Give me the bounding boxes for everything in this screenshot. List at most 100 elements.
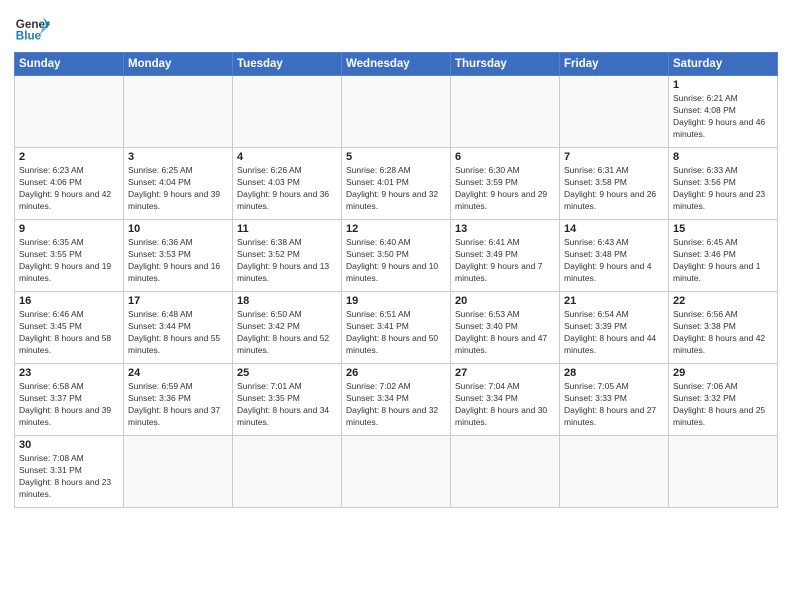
day-info: Sunrise: 7:08 AMSunset: 3:31 PMDaylight:… [19,453,119,501]
day-number: 9 [19,223,119,235]
day-number: 16 [19,295,119,307]
weekday-header-tuesday: Tuesday [233,53,342,76]
day-info: Sunrise: 6:43 AMSunset: 3:48 PMDaylight:… [564,237,664,285]
day-info: Sunrise: 6:35 AMSunset: 3:55 PMDaylight:… [19,237,119,285]
calendar-cell [451,76,560,148]
calendar-week-4: 16 Sunrise: 6:46 AMSunset: 3:45 PMDayligh… [15,292,778,364]
calendar-cell: 30 Sunrise: 7:08 AMSunset: 3:31 PMDayligh… [15,436,124,508]
day-number: 7 [564,151,664,163]
day-info: Sunrise: 6:41 AMSunset: 3:49 PMDaylight:… [455,237,555,285]
logo-icon: General Blue [14,10,50,46]
day-number: 12 [346,223,446,235]
day-number: 14 [564,223,664,235]
day-info: Sunrise: 6:54 AMSunset: 3:39 PMDaylight:… [564,309,664,357]
day-info: Sunrise: 6:56 AMSunset: 3:38 PMDaylight:… [673,309,773,357]
day-info: Sunrise: 6:40 AMSunset: 3:50 PMDaylight:… [346,237,446,285]
calendar-cell [560,76,669,148]
day-number: 10 [128,223,228,235]
day-number: 13 [455,223,555,235]
day-number: 22 [673,295,773,307]
day-number: 17 [128,295,228,307]
calendar-cell [342,436,451,508]
calendar-week-6: 30 Sunrise: 7:08 AMSunset: 3:31 PMDayligh… [15,436,778,508]
day-number: 11 [237,223,337,235]
day-info: Sunrise: 6:33 AMSunset: 3:56 PMDaylight:… [673,165,773,213]
day-info: Sunrise: 6:51 AMSunset: 3:41 PMDaylight:… [346,309,446,357]
calendar-cell: 21 Sunrise: 6:54 AMSunset: 3:39 PMDayligh… [560,292,669,364]
calendar-cell: 4Sunrise: 6:26 AMSunset: 4:03 PMDaylight… [233,148,342,220]
calendar-cell: 28Sunrise: 7:05 AMSunset: 3:33 PMDayligh… [560,364,669,436]
day-info: Sunrise: 6:38 AMSunset: 3:52 PMDaylight:… [237,237,337,285]
day-info: Sunrise: 7:06 AMSunset: 3:32 PMDaylight:… [673,381,773,429]
calendar-cell: 11 Sunrise: 6:38 AMSunset: 3:52 PMDayligh… [233,220,342,292]
calendar-cell: 26Sunrise: 7:02 AMSunset: 3:34 PMDayligh… [342,364,451,436]
day-number: 24 [128,367,228,379]
calendar-cell: 8Sunrise: 6:33 AMSunset: 3:56 PMDaylight… [669,148,778,220]
calendar-cell: 16 Sunrise: 6:46 AMSunset: 3:45 PMDayligh… [15,292,124,364]
day-info: Sunrise: 6:26 AMSunset: 4:03 PMDaylight:… [237,165,337,213]
calendar-table: SundayMondayTuesdayWednesdayThursdayFrid… [14,52,778,508]
weekday-header-thursday: Thursday [451,53,560,76]
weekday-header-sunday: Sunday [15,53,124,76]
calendar-cell: 15Sunrise: 6:45 AMSunset: 3:46 PMDayligh… [669,220,778,292]
day-info: Sunrise: 6:59 AMSunset: 3:36 PMDaylight:… [128,381,228,429]
day-info: Sunrise: 6:53 AMSunset: 3:40 PMDaylight:… [455,309,555,357]
day-number: 2 [19,151,119,163]
calendar-cell [124,436,233,508]
day-number: 26 [346,367,446,379]
day-number: 29 [673,367,773,379]
calendar-cell: 2 Sunrise: 6:23 AMSunset: 4:06 PMDaylight… [15,148,124,220]
calendar-cell: 13 Sunrise: 6:41 AMSunset: 3:49 PMDayligh… [451,220,560,292]
calendar-cell: 17 Sunrise: 6:48 AMSunset: 3:44 PMDayligh… [124,292,233,364]
day-number: 3 [128,151,228,163]
day-number: 23 [19,367,119,379]
weekday-header-friday: Friday [560,53,669,76]
day-info: Sunrise: 6:23 AMSunset: 4:06 PMDaylight:… [19,165,119,213]
day-info: Sunrise: 6:46 AMSunset: 3:45 PMDaylight:… [19,309,119,357]
day-number: 25 [237,367,337,379]
calendar-cell [233,436,342,508]
day-number: 18 [237,295,337,307]
day-info: Sunrise: 6:45 AMSunset: 3:46 PMDaylight:… [673,237,773,285]
calendar-cell [233,76,342,148]
day-info: Sunrise: 6:58 AMSunset: 3:37 PMDaylight:… [19,381,119,429]
header: General Blue [14,10,778,46]
day-number: 6 [455,151,555,163]
calendar-cell: 7Sunrise: 6:31 AMSunset: 3:58 PMDaylight… [560,148,669,220]
day-number: 20 [455,295,555,307]
calendar-cell: 25 Sunrise: 7:01 AMSunset: 3:35 PMDayligh… [233,364,342,436]
calendar-cell: 27Sunrise: 7:04 AMSunset: 3:34 PMDayligh… [451,364,560,436]
day-info: Sunrise: 6:28 AMSunset: 4:01 PMDaylight:… [346,165,446,213]
calendar-cell: 19 Sunrise: 6:51 AMSunset: 3:41 PMDayligh… [342,292,451,364]
calendar-cell: 24 Sunrise: 6:59 AMSunset: 3:36 PMDayligh… [124,364,233,436]
calendar-cell [451,436,560,508]
calendar-week-5: 23 Sunrise: 6:58 AMSunset: 3:37 PMDayligh… [15,364,778,436]
calendar-cell: 18 Sunrise: 6:50 AMSunset: 3:42 PMDayligh… [233,292,342,364]
calendar-cell [560,436,669,508]
day-info: Sunrise: 7:04 AMSunset: 3:34 PMDaylight:… [455,381,555,429]
calendar-cell [342,76,451,148]
calendar-cell [15,76,124,148]
day-info: Sunrise: 6:50 AMSunset: 3:42 PMDaylight:… [237,309,337,357]
day-number: 5 [346,151,446,163]
logo: General Blue [14,10,50,46]
day-info: Sunrise: 6:48 AMSunset: 3:44 PMDaylight:… [128,309,228,357]
calendar-cell [124,76,233,148]
weekday-header-row: SundayMondayTuesdayWednesdayThursdayFrid… [15,53,778,76]
calendar-cell: 23 Sunrise: 6:58 AMSunset: 3:37 PMDayligh… [15,364,124,436]
svg-text:Blue: Blue [16,30,42,43]
calendar-cell [669,436,778,508]
calendar-week-2: 2 Sunrise: 6:23 AMSunset: 4:06 PMDaylight… [15,148,778,220]
day-number: 1 [673,79,773,91]
calendar-cell: 20 Sunrise: 6:53 AMSunset: 3:40 PMDayligh… [451,292,560,364]
calendar-cell: 6Sunrise: 6:30 AMSunset: 3:59 PMDaylight… [451,148,560,220]
day-number: 21 [564,295,664,307]
calendar-cell: 14 Sunrise: 6:43 AMSunset: 3:48 PMDayligh… [560,220,669,292]
day-info: Sunrise: 7:05 AMSunset: 3:33 PMDaylight:… [564,381,664,429]
day-info: Sunrise: 7:01 AMSunset: 3:35 PMDaylight:… [237,381,337,429]
calendar-week-3: 9 Sunrise: 6:35 AMSunset: 3:55 PMDaylight… [15,220,778,292]
calendar-week-1: 1Sunrise: 6:21 AMSunset: 4:08 PMDaylight… [15,76,778,148]
day-number: 19 [346,295,446,307]
calendar-cell: 22 Sunrise: 6:56 AMSunset: 3:38 PMDayligh… [669,292,778,364]
day-number: 30 [19,439,119,451]
